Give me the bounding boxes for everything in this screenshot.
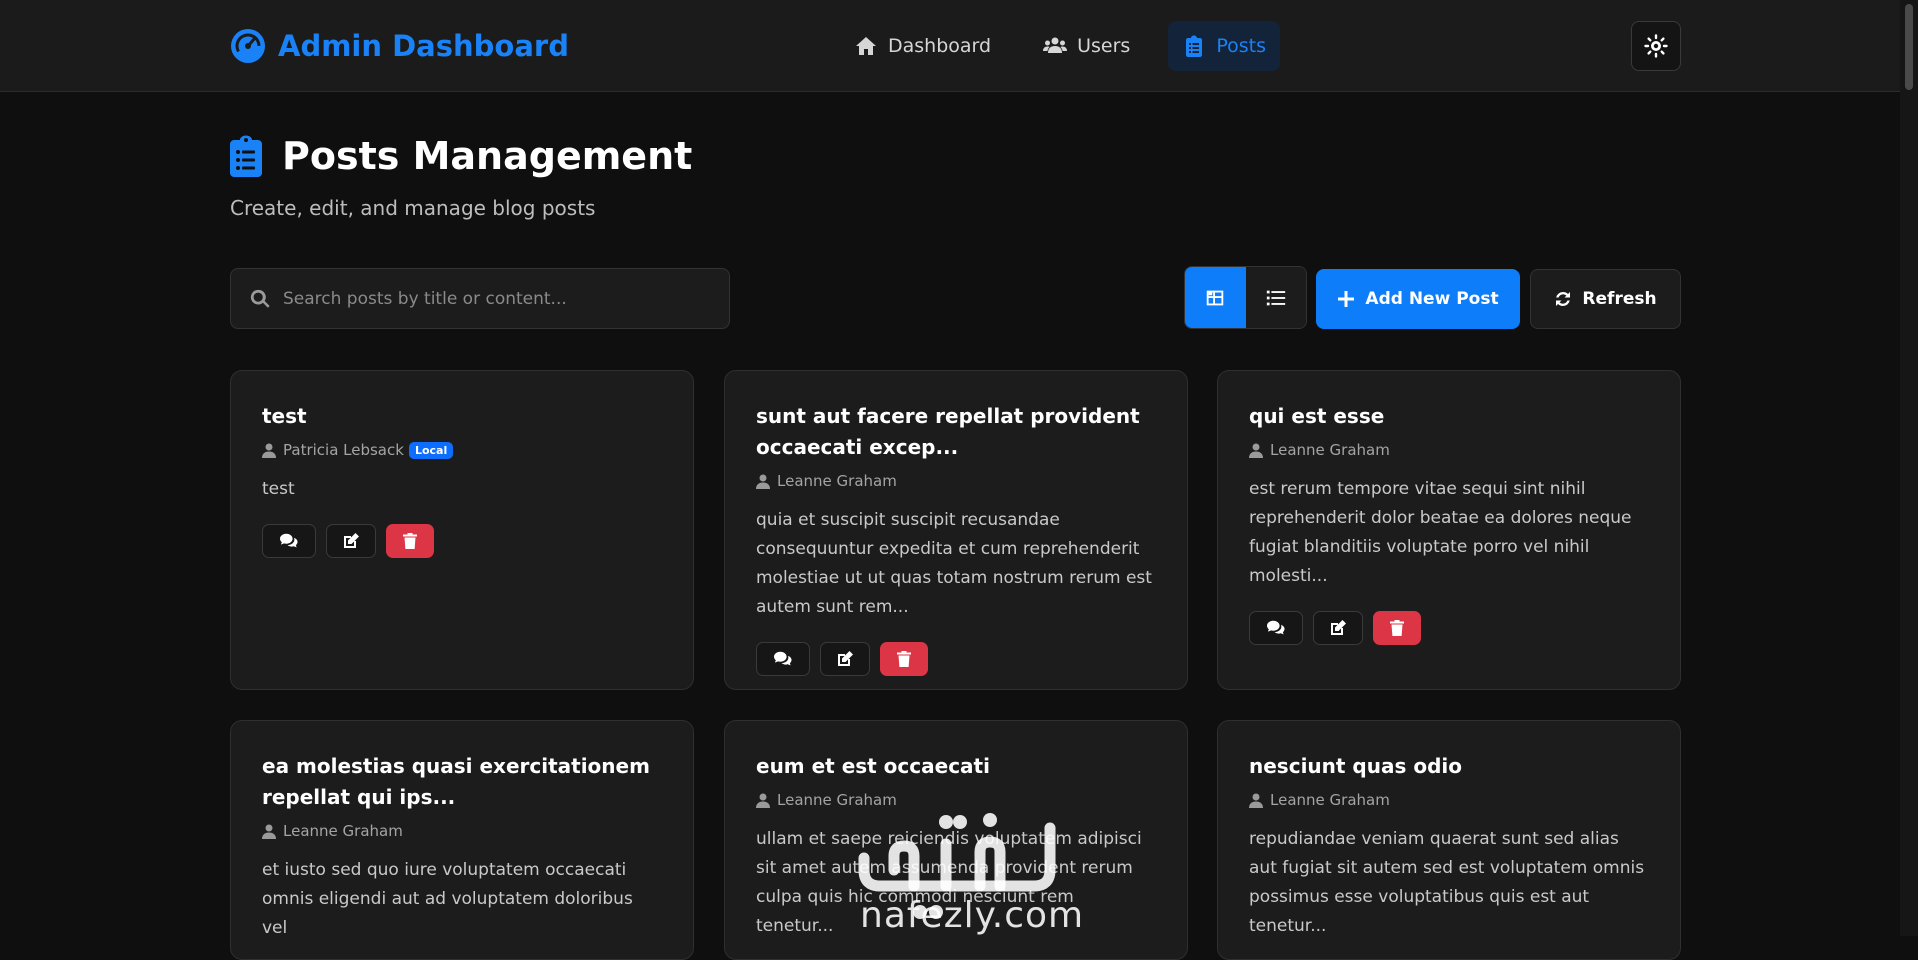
- post-card: ea molestias quasi exercitationem repell…: [230, 720, 694, 960]
- user-icon: [756, 474, 770, 489]
- post-author-name: Leanne Graham: [283, 822, 403, 840]
- nav-posts-label: Posts: [1216, 35, 1266, 57]
- sun-icon: [1644, 34, 1668, 58]
- delete-button[interactable]: [1373, 611, 1421, 645]
- nav-users-label: Users: [1077, 35, 1131, 57]
- post-author-name: Leanne Graham: [777, 472, 897, 490]
- post-author: Leanne Graham: [262, 822, 662, 840]
- post-card: test Patricia Lebsack Local test: [230, 370, 694, 690]
- home-icon: [856, 37, 876, 55]
- add-new-post-button[interactable]: Add New Post: [1316, 269, 1520, 329]
- post-author-name: Leanne Graham: [1270, 441, 1390, 459]
- edit-icon: [838, 651, 853, 666]
- post-body: test: [262, 479, 295, 499]
- post-title: test: [262, 404, 307, 428]
- trash-icon: [403, 533, 417, 549]
- post-card: qui est esse Leanne Graham est rerum tem…: [1217, 370, 1681, 690]
- user-icon: [1249, 793, 1263, 808]
- search-input[interactable]: [283, 288, 713, 309]
- edit-button[interactable]: [820, 642, 870, 676]
- scrollbar-thumb[interactable]: [1905, 4, 1913, 90]
- page-title: Posts Management: [230, 134, 692, 178]
- grid-view-button[interactable]: [1185, 267, 1246, 328]
- user-icon: [262, 443, 276, 458]
- post-title: qui est esse: [1249, 404, 1385, 428]
- clipboard-icon: [1186, 35, 1203, 57]
- post-body: est rerum tempore vitae sequi sint nihil…: [1249, 479, 1632, 586]
- search-box: [230, 268, 730, 329]
- post-body: et iusto sed quo iure voluptatem occaeca…: [262, 860, 633, 938]
- refresh-label: Refresh: [1582, 289, 1657, 309]
- trash-icon: [1390, 620, 1404, 636]
- post-actions: [1249, 611, 1649, 645]
- search-icon: [250, 289, 270, 308]
- delete-button[interactable]: [880, 642, 928, 676]
- nav-users[interactable]: Users: [1029, 21, 1144, 71]
- theme-toggle-button[interactable]: [1631, 21, 1681, 71]
- post-body: repudiandae veniam quaerat sunt sed alia…: [1249, 829, 1645, 936]
- comments-icon: [280, 533, 298, 548]
- gauge-icon: [231, 29, 265, 63]
- post-actions: [756, 642, 1156, 676]
- delete-button[interactable]: [386, 524, 434, 558]
- user-icon: [262, 824, 276, 839]
- top-navbar: Admin Dashboard Dashboard Users Posts: [0, 0, 1900, 92]
- user-icon: [756, 793, 770, 808]
- post-author-name: Leanne Graham: [1270, 791, 1390, 809]
- brand[interactable]: Admin Dashboard: [230, 27, 569, 65]
- list-view-button[interactable]: [1245, 267, 1306, 328]
- watermark-text: nafezly.com: [860, 895, 1085, 936]
- post-author-name: Patricia Lebsack: [283, 441, 404, 459]
- page-title-text: Posts Management: [282, 134, 693, 178]
- post-body: quia et suscipit suscipit recusandae con…: [756, 510, 1152, 617]
- post-card: sunt aut facere repellat provident occae…: [724, 370, 1188, 690]
- post-author: Leanne Graham: [1249, 441, 1649, 459]
- post-author: Leanne Graham: [756, 472, 1156, 490]
- clipboard-list-icon: [230, 135, 262, 177]
- edit-icon: [344, 533, 359, 548]
- post-title: eum et est occaecati: [756, 754, 990, 778]
- refresh-icon: [1556, 291, 1571, 307]
- list-icon: [1266, 290, 1285, 305]
- page-scrollbar[interactable]: [1900, 0, 1918, 936]
- local-badge: Local: [408, 441, 454, 459]
- users-icon: [1043, 37, 1068, 53]
- nav-dashboard-label: Dashboard: [888, 35, 992, 57]
- nav-dashboard[interactable]: Dashboard: [840, 21, 1005, 71]
- comments-icon: [1267, 620, 1285, 635]
- plus-icon: [1338, 291, 1355, 307]
- comments-button[interactable]: [262, 524, 316, 558]
- grid-icon: [1207, 290, 1224, 305]
- comments-button[interactable]: [1249, 611, 1303, 645]
- post-card: nesciunt quas odio Leanne Graham repudia…: [1217, 720, 1681, 960]
- main-nav: Dashboard Users Posts: [840, 21, 1280, 71]
- edit-button[interactable]: [1313, 611, 1363, 645]
- nav-posts[interactable]: Posts: [1168, 21, 1280, 71]
- user-icon: [1249, 443, 1263, 458]
- page-subtitle: Create, edit, and manage blog posts: [230, 196, 596, 220]
- post-title: sunt aut facere repellat provident occae…: [756, 404, 1140, 459]
- view-toggle: [1184, 266, 1307, 329]
- refresh-button[interactable]: Refresh: [1530, 269, 1681, 329]
- comments-icon: [774, 651, 792, 666]
- post-title: ea molestias quasi exercitationem repell…: [262, 754, 650, 809]
- add-new-post-label: Add New Post: [1365, 289, 1499, 309]
- post-author: Patricia Lebsack Local: [262, 441, 662, 459]
- brand-title: Admin Dashboard: [278, 29, 569, 63]
- edit-icon: [1331, 620, 1346, 635]
- comments-button[interactable]: [756, 642, 810, 676]
- post-actions: [262, 524, 662, 558]
- post-title: nesciunt quas odio: [1249, 754, 1462, 778]
- post-author: Leanne Graham: [1249, 791, 1649, 809]
- trash-icon: [897, 651, 911, 667]
- edit-button[interactable]: [326, 524, 376, 558]
